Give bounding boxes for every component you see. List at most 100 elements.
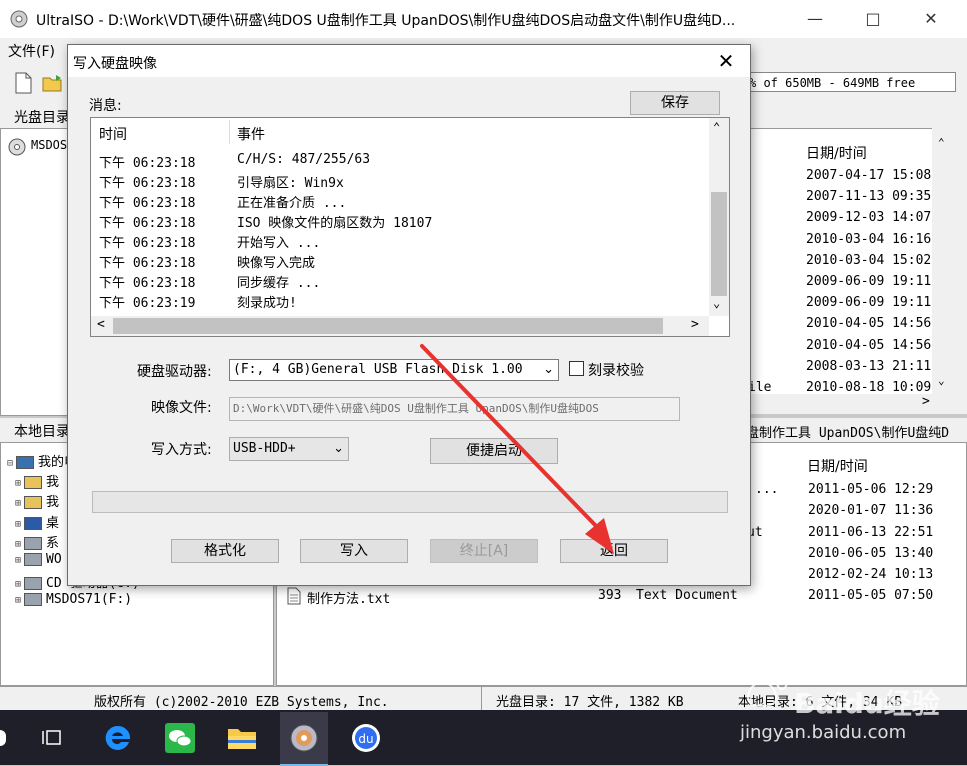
new-file-icon[interactable] xyxy=(14,72,32,94)
log-col-time[interactable]: 时间 xyxy=(99,124,127,144)
log-event: 映像写入完成 xyxy=(237,256,316,271)
cd-icon xyxy=(8,138,26,156)
desktop-icon xyxy=(24,516,43,530)
scroll-down-icon[interactable]: ⌄ xyxy=(713,296,720,310)
collapse-icon[interactable]: ⊟ xyxy=(7,458,13,469)
local-date-cell: 2012-02-24 10:13 xyxy=(808,567,934,583)
iso-date-header[interactable]: 日期/时间 xyxy=(806,143,867,163)
log-event: 刻录成功! xyxy=(237,296,297,311)
return-button[interactable]: 返回 xyxy=(560,539,668,563)
log-hscroll-thumb[interactable] xyxy=(113,318,663,334)
iso-hscroll[interactable]: > xyxy=(748,394,967,414)
local-tree-node[interactable]: ⊞ 系 xyxy=(15,532,59,551)
text-file-icon xyxy=(287,587,301,605)
write-button[interactable]: 写入 xyxy=(300,539,408,563)
write-disk-image-dialog: 写入硬盘映像 ✕ 消息: 保存 时间 事件 下午 06:23:18 C/H/S: … xyxy=(67,44,751,586)
local-tree-label: 桌 xyxy=(46,515,60,531)
local-tree-node[interactable]: ⊞ WO xyxy=(15,552,62,567)
iso-root-node[interactable]: MSDOS xyxy=(31,138,67,152)
open-folder-icon[interactable] xyxy=(42,73,64,93)
folder-icon xyxy=(24,476,43,490)
status-divider xyxy=(481,687,482,711)
local-file-type: Text Document xyxy=(636,588,738,603)
save-button[interactable]: 保存 xyxy=(630,91,720,115)
log-hscroll[interactable]: < > xyxy=(91,316,709,336)
scroll-left-icon[interactable]: < xyxy=(97,317,105,332)
scroll-up-icon[interactable]: ⌃ xyxy=(713,120,720,134)
stop-button[interactable]: 终止[A] xyxy=(430,539,538,563)
expand-icon[interactable]: ⊞ xyxy=(15,498,21,509)
baidu-netdisk-icon[interactable]: du xyxy=(342,712,390,764)
minimize-button[interactable]: — xyxy=(800,8,830,30)
write-method-value: USB-HDD+ xyxy=(233,441,296,456)
expand-icon[interactable]: ⊞ xyxy=(15,595,21,606)
local-date-header[interactable]: 日期/时间 xyxy=(807,456,868,476)
status-iso-summary: 光盘目录: 17 文件, 1382 KB xyxy=(496,695,684,710)
expand-icon[interactable]: ⊞ xyxy=(15,478,21,489)
expand-icon[interactable]: ⊞ xyxy=(15,555,21,566)
iso-pane-title: 光盘目录: xyxy=(14,110,75,126)
local-tree-label: 我 xyxy=(46,495,60,511)
drive-icon xyxy=(24,577,43,591)
iso-file-list[interactable]: 日期/时间 2007-04-17 15:08 2007-11-13 09:35 20… xyxy=(748,128,958,398)
watermark-text: Baidu经验 xyxy=(794,687,940,720)
iso-date-cell: 2010-03-04 16:16 xyxy=(806,231,932,247)
log-vscroll[interactable]: ⌃ ⌄ xyxy=(709,118,729,316)
app-title: UltraISO - D:\Work\VDT\硬件\研盛\纯DOS U盘制作工具… xyxy=(36,13,736,29)
local-file-date: 2011-05-05 07:50 xyxy=(808,588,934,603)
verify-label: 刻录校验 xyxy=(588,363,644,379)
scroll-right-icon[interactable]: > xyxy=(691,317,699,332)
log-vscroll-thumb[interactable] xyxy=(711,192,727,296)
iso-date-cell: 2009-06-09 19:11 xyxy=(806,274,932,289)
dialog-title: 写入硬盘映像 xyxy=(73,56,157,72)
log-time: 下午 06:23:18 xyxy=(99,276,196,291)
local-tree-node[interactable]: ⊞ 桌 xyxy=(15,512,59,531)
iso-partial-text: ile xyxy=(748,380,772,395)
log-col-event[interactable]: 事件 xyxy=(237,124,265,144)
close-window-button[interactable]: ✕ xyxy=(916,8,946,30)
file-explorer-icon[interactable] xyxy=(218,712,266,764)
write-method-select[interactable]: USB-HDD+ ⌄ xyxy=(229,437,349,461)
edge-icon[interactable] xyxy=(94,712,142,764)
local-path-bar: 盘制作工具 UpanDOS\制作U盘纯D xyxy=(742,418,967,443)
local-date-cell: 2020-01-07 11:36 xyxy=(808,503,934,519)
expand-icon[interactable]: ⊞ xyxy=(15,539,21,550)
task-view-icon[interactable] xyxy=(28,712,76,764)
log-event: ISO 映像文件的扇区数为 18107 xyxy=(237,216,433,231)
image-file-field[interactable]: D:\Work\VDT\硬件\研盛\纯DOS U盘制作工具 UpanDOS\制作… xyxy=(229,397,680,421)
log-event: C/H/S: 487/255/63 xyxy=(237,152,371,167)
iso-vscroll[interactable]: ⌃ ⌄ xyxy=(932,128,967,398)
local-tree-node[interactable]: ⊞ MSDOS71(F:) xyxy=(15,592,132,607)
ultraiso-task-icon[interactable] xyxy=(280,712,328,766)
baidu-paw-watermark-icon xyxy=(739,655,788,708)
message-log[interactable]: 时间 事件 下午 06:23:18 C/H/S: 487/255/63 下午 06:… xyxy=(90,117,730,337)
local-date-cell: 2010-06-05 13:40 xyxy=(808,545,934,561)
wechat-icon[interactable] xyxy=(156,712,204,764)
local-date-cell: 2011-05-06 12:29 xyxy=(808,482,934,497)
log-header-divider xyxy=(229,120,230,144)
log-time: 下午 06:23:18 xyxy=(99,156,196,171)
dialog-close-icon[interactable]: ✕ xyxy=(714,49,738,73)
local-file-name[interactable]: 制作方法.txt xyxy=(307,588,390,607)
local-tree-node[interactable]: ⊞ 我 xyxy=(15,471,59,490)
drive-select[interactable]: (F:, 4 GB)General USB Flash Disk 1.00 ⌄ xyxy=(229,359,559,381)
local-tree-label: MSDOS71(F:) xyxy=(46,592,133,608)
log-time: 下午 06:23:18 xyxy=(99,216,196,231)
expand-icon[interactable]: ⊞ xyxy=(15,519,21,530)
local-tree-node[interactable]: ⊞ 我 xyxy=(15,491,59,510)
iso-date-cell: 2010-08-18 10:09 xyxy=(806,380,932,395)
image-file-label: 映像文件: xyxy=(151,400,212,416)
iso-date-cell: 2009-06-09 19:11 xyxy=(806,295,932,311)
verify-checkbox[interactable] xyxy=(569,361,584,376)
expand-icon[interactable]: ⊞ xyxy=(15,579,21,590)
menu-file[interactable]: 文件(F) xyxy=(8,41,55,61)
maximize-button[interactable]: □ xyxy=(858,8,888,30)
local-path-text: 盘制作工具 UpanDOS\制作U盘纯D xyxy=(746,426,950,441)
drive-icon xyxy=(24,553,43,566)
quick-boot-button[interactable]: 便捷启动 xyxy=(430,438,558,464)
iso-date-cell: 2010-03-04 15:02 xyxy=(806,252,932,268)
status-copyright: 版权所有 (c)2002-2010 EZB Systems, Inc. xyxy=(94,695,389,710)
watermark-url: jingyan.baidu.com xyxy=(740,722,907,743)
format-button[interactable]: 格式化 xyxy=(171,539,279,563)
drive-icon xyxy=(24,536,43,550)
